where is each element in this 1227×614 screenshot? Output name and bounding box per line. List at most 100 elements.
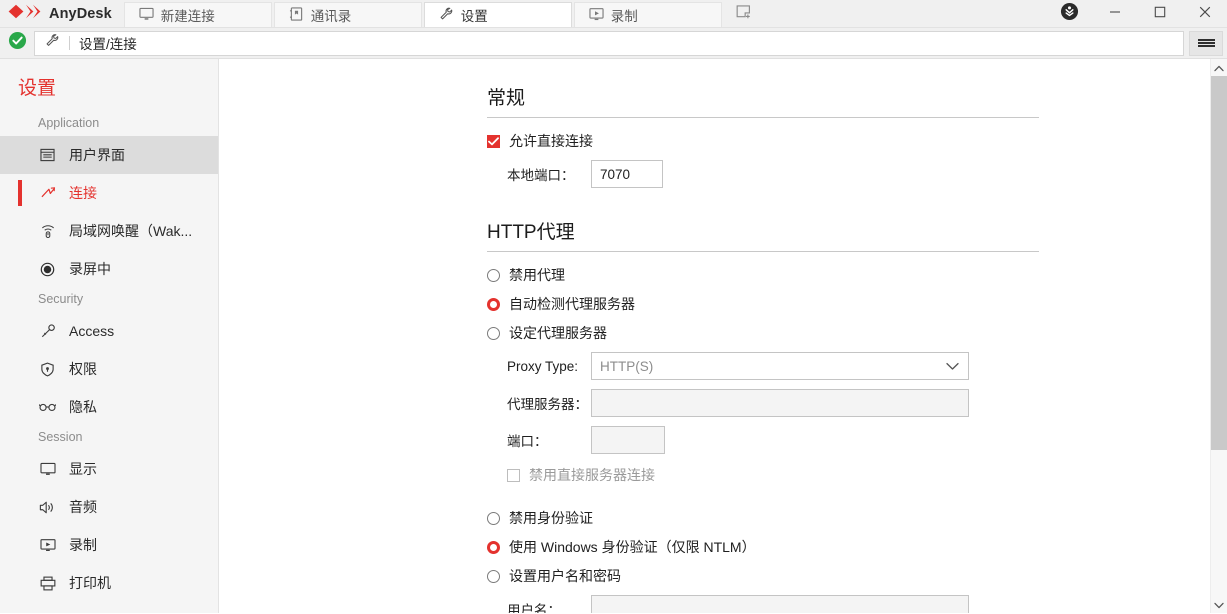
sidebar-item-connection[interactable]: 连接 [0, 174, 218, 212]
section-heading-http-proxy: HTTP代理 [487, 217, 1039, 252]
auth-option-disabled-row[interactable]: 禁用身份验证 [487, 506, 1210, 530]
proxy-type-select[interactable]: HTTP(S) [591, 352, 969, 380]
disable-direct-server-label: 禁用直接服务器连接 [529, 467, 655, 483]
speaker-icon [38, 500, 57, 515]
hamburger-menu-icon [1197, 37, 1215, 49]
close-button[interactable] [1182, 0, 1227, 27]
shield-icon [38, 362, 57, 377]
auth-credentials-radio[interactable] [487, 569, 500, 583]
tab-bar: 新建连接 通讯录 设置 录制 [123, 0, 1047, 27]
proxy-auth-block: 禁用身份验证 使用 Windows 身份验证（仅限 NTLM） 设置用户名和密码… [487, 506, 1210, 613]
chevron-down-icon [1214, 596, 1224, 614]
username-input[interactable] [591, 595, 969, 613]
scrollbar-thumb[interactable] [1211, 76, 1227, 451]
tab-label: 通讯录 [310, 9, 352, 24]
proxy-auto-radio[interactable] [487, 297, 500, 311]
sidebar-item-access[interactable]: Access [0, 312, 218, 350]
wrench-icon [45, 33, 60, 53]
app-name: AnyDesk [49, 5, 112, 22]
sidebar-item-printer[interactable]: 打印机 [0, 564, 218, 602]
sidebar-group-session: Session [38, 430, 83, 444]
sidebar-item-label: 局域网唤醒（Wak... [69, 223, 193, 239]
minimize-icon [1109, 5, 1121, 23]
sidebar-item-privacy[interactable]: 隐私 [0, 388, 218, 426]
sidebar-item-display[interactable]: 显示 [0, 450, 218, 488]
proxy-disabled-radio[interactable] [487, 268, 500, 282]
record-dot-icon [38, 262, 57, 277]
auth-option-windows-row[interactable]: 使用 Windows 身份验证（仅限 NTLM） [487, 535, 1210, 559]
proxy-server-input[interactable] [591, 389, 969, 417]
disable-direct-server-row[interactable]: 禁用直接服务器连接 [507, 463, 1210, 487]
auth-option-credentials-row[interactable]: 设置用户名和密码 [487, 564, 1210, 588]
tab-recording[interactable]: 录制 [573, 2, 722, 27]
address-book-icon [289, 6, 304, 24]
proxy-option-manual-row[interactable]: 设定代理服务器 [487, 321, 1210, 345]
proxy-option-disabled-row[interactable]: 禁用代理 [487, 263, 1210, 287]
content-scrollbar[interactable] [1210, 59, 1227, 613]
minimize-button[interactable] [1092, 0, 1137, 27]
sidebar-item-label: 录制 [69, 537, 97, 553]
auth-windows-label: 使用 Windows 身份验证（仅限 NTLM） [509, 539, 756, 555]
local-port-row: 本地端口： [487, 160, 1210, 188]
monitor-icon [38, 462, 57, 476]
window-controls [1047, 0, 1227, 27]
sidebar-item-label: 连接 [69, 185, 97, 201]
printer-icon [38, 576, 57, 591]
allow-direct-connection-row[interactable]: 允许直接连接 [487, 129, 1210, 153]
local-port-input[interactable] [591, 160, 663, 188]
update-button[interactable] [1047, 0, 1092, 27]
maximize-icon [1154, 5, 1166, 23]
tab-address-book[interactable]: 通讯录 [273, 2, 422, 27]
new-tab-icon [736, 4, 753, 25]
tab-new-connection[interactable]: 新建连接 [123, 2, 272, 27]
tab-label: 设置 [460, 9, 488, 24]
sidebar-item-label: 录屏中 [69, 261, 111, 277]
scrollbar-up-button[interactable] [1211, 59, 1227, 76]
maximize-button[interactable] [1137, 0, 1182, 27]
proxy-server-label: 代理服务器： [507, 397, 588, 412]
proxy-port-label: 端口： [507, 434, 548, 449]
proxy-option-auto-row[interactable]: 自动检测代理服务器 [487, 292, 1210, 316]
chevron-up-icon [1214, 59, 1224, 77]
scrollbar-track[interactable] [1211, 76, 1227, 596]
new-tab-button[interactable] [724, 2, 766, 27]
disable-direct-server-checkbox[interactable] [507, 468, 520, 482]
chevron-down-icon [946, 359, 959, 374]
sidebar-item-label: 音频 [69, 499, 97, 515]
sidebar-item-user-interface[interactable]: 用户界面 [0, 136, 218, 174]
auth-disabled-radio[interactable] [487, 511, 500, 525]
proxy-manual-radio[interactable] [487, 326, 500, 340]
settings-content: 常规 允许直接连接 本地端口： HTTP代理 禁用代理 自动检测代理服务器 [219, 59, 1210, 613]
tab-settings[interactable]: 设置 [423, 2, 572, 27]
settings-content-wrapper: 常规 允许直接连接 本地端口： HTTP代理 禁用代理 自动检测代理服务器 [219, 59, 1227, 613]
sidebar-item-permissions[interactable]: 权限 [0, 350, 218, 388]
proxy-server-row: 代理服务器： [487, 389, 1210, 417]
tab-label: 新建连接 [160, 9, 215, 24]
scrollbar-down-button[interactable] [1211, 596, 1227, 613]
auth-windows-radio[interactable] [487, 540, 500, 554]
sidebar-item-label: 打印机 [69, 575, 111, 591]
breadcrumb: 设置/连接 [79, 37, 137, 52]
sidebar-item-recording-active[interactable]: 录屏中 [0, 250, 218, 288]
sidebar-item-label: 权限 [69, 361, 97, 377]
sidebar-item-label: 隐私 [69, 399, 97, 415]
hamburger-menu-button[interactable] [1189, 30, 1223, 56]
monitor-icon [139, 7, 154, 24]
record-screen-icon [589, 7, 604, 24]
proxy-disabled-label: 禁用代理 [509, 267, 565, 283]
breadcrumb-bar[interactable]: 设置/连接 [34, 30, 1184, 56]
sidebar-item-audio[interactable]: 音频 [0, 488, 218, 526]
proxy-port-input[interactable] [591, 426, 665, 454]
breadcrumb-separator [69, 36, 70, 50]
key-icon [38, 323, 57, 339]
window-icon [38, 148, 57, 162]
sidebar-item-recording[interactable]: 录制 [0, 526, 218, 564]
anydesk-logo-icon [8, 4, 42, 24]
connection-icon [38, 186, 57, 200]
record-screen-icon [38, 538, 57, 552]
username-row: 用户名： [487, 595, 1210, 613]
allow-direct-connection-checkbox[interactable] [487, 134, 500, 148]
sidebar-item-wake-on-lan[interactable]: 局域网唤醒（Wak... [0, 212, 218, 250]
username-label: 用户名： [507, 603, 561, 613]
wrench-icon [439, 7, 454, 24]
